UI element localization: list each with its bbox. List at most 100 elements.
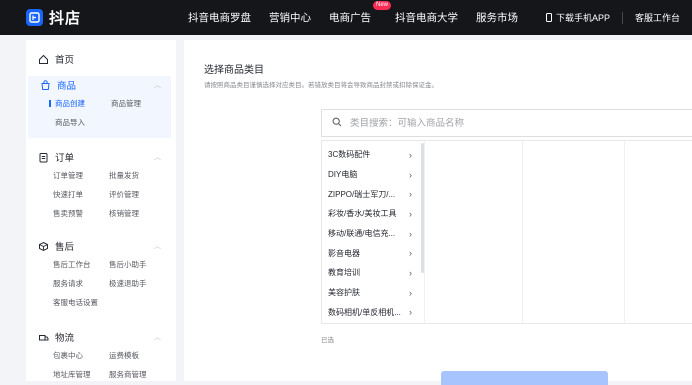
sidebar-group-logistics-header[interactable]: 物流 ︿: [26, 328, 171, 346]
category-item[interactable]: 影音电器 ›: [322, 243, 424, 263]
sidebar-item-create-goods[interactable]: 商品创建: [49, 94, 111, 113]
category-column-level3: [523, 141, 625, 323]
category-item-label: 移动/联通/电信充...: [328, 229, 396, 239]
category-item[interactable]: 数码相机/单反相机... ›: [322, 303, 424, 323]
sidebar-item-fast-refund[interactable]: 极速退助手: [109, 274, 169, 293]
category-item-label: 影音电器: [328, 248, 360, 258]
top-nav: 抖音电商罗盘 营销中心 电商广告 New 抖音电商大学 服务市场: [188, 0, 536, 35]
sidebar-group-aftersale-header[interactable]: 售后 ︿: [26, 237, 171, 255]
next-step-button[interactable]: [441, 371, 608, 385]
sidebar-group-goods-header[interactable]: 商品 ︿: [28, 76, 171, 94]
chevron-right-icon: ›: [409, 287, 412, 298]
sidebar-item-service-request[interactable]: 服务请求: [53, 274, 109, 293]
nav-item-service-market[interactable]: 服务市场: [476, 10, 518, 25]
sidebar-item-verify-manage[interactable]: 核销管理: [109, 204, 169, 223]
sidebar-item-home[interactable]: 首页: [26, 50, 171, 68]
category-item[interactable]: 3C数码配件 ›: [322, 145, 424, 165]
category-column-level2: [425, 141, 523, 323]
chevron-right-icon: ›: [409, 228, 412, 239]
sidebar-item-aftersale-assistant[interactable]: 售后小助手: [109, 255, 169, 274]
category-item-label: 彩妆/香水/美妆工具: [328, 209, 397, 219]
sidebar-orders-label: 订单: [55, 153, 75, 164]
category-item[interactable]: 移动/联通/电信充... ›: [322, 224, 424, 244]
category-item-label: 数码相机/单反相机...: [328, 307, 401, 317]
category-item[interactable]: ZIPPO/瑞士军刀/... ›: [322, 184, 424, 204]
nav-item-ads[interactable]: 电商广告 New: [329, 1, 391, 25]
nav-item-marketing[interactable]: 营销中心: [269, 10, 311, 25]
sidebar-item-import-goods[interactable]: 商品导入: [55, 113, 111, 132]
download-app-label: 下载手机APP: [555, 13, 610, 23]
category-item-label: ZIPPO/瑞士军刀/...: [328, 189, 396, 199]
sidebar-item-package-center[interactable]: 包裹中心: [53, 346, 109, 365]
sidebar-item-provider-manage[interactable]: 服务商管理: [109, 365, 169, 384]
top-navigation-bar: 抖店 抖音电商罗盘 营销中心 电商广告 New 抖音电商大学 服务市场 下载手机A…: [0, 0, 692, 35]
chevron-up-icon[interactable]: ︿: [154, 80, 161, 90]
service-workbench-label: 客服工作台: [634, 13, 680, 23]
sidebar-item-freight-template[interactable]: 运费模板: [109, 346, 169, 365]
selected-category-label: 已选: [321, 337, 334, 344]
chevron-right-icon: ›: [409, 189, 412, 200]
category-item-label: 3C数码配件: [328, 150, 371, 160]
new-badge: New: [372, 1, 391, 10]
main-content: 选择商品类目 请按照商品类目谨慎选择对应类目。若错放类目将会导致商品封禁或扣除保…: [184, 40, 692, 385]
download-app-link[interactable]: 下载手机APP: [534, 11, 622, 24]
sidebar-item-sale-warning[interactable]: 售卖预警: [53, 204, 109, 223]
home-icon: [37, 53, 49, 65]
category-item-label: 教育培训: [328, 268, 360, 278]
nav-item-compass[interactable]: 抖音电商罗盘: [188, 10, 251, 25]
chevron-right-icon: ›: [409, 149, 412, 160]
goods-icon: [39, 79, 51, 91]
aftersale-icon: [37, 240, 49, 252]
search-icon: [332, 114, 342, 132]
category-item-label: 美容护肤: [328, 288, 360, 298]
sidebar-item-quick-print[interactable]: 快速打单: [53, 185, 109, 204]
sidebar-item-manage-goods[interactable]: 商品管理: [111, 94, 171, 113]
chevron-right-icon: ›: [409, 169, 412, 180]
category-item[interactable]: DIY电脑 ›: [322, 165, 424, 185]
sidebar-group-orders: 订单 ︿ 订单管理 批量发货 快速打单 评价管理 售卖预警 核销管理: [26, 148, 171, 223]
sidebar: 首页 商品 ︿ 商品创建 商品管理 商品导入 订单 ︿ 订单管理 批量发货 快速…: [26, 40, 176, 381]
category-scrollbar[interactable]: [421, 143, 424, 273]
sidebar-item-review-manage[interactable]: 评价管理: [109, 185, 169, 204]
sidebar-item-address-book[interactable]: 地址库管理: [53, 365, 109, 384]
service-workbench-link[interactable]: 客服工作台: [623, 11, 692, 24]
sidebar-item-batch-ship[interactable]: 批量发货: [109, 166, 169, 185]
sidebar-group-orders-header[interactable]: 订单 ︿: [26, 148, 171, 166]
top-right-actions: 下载手机APP 客服工作台: [534, 0, 692, 35]
sidebar-aftersale-label: 售后: [55, 242, 75, 253]
page-title: 选择商品类目: [204, 65, 264, 76]
category-item[interactable]: 美容护肤 ›: [322, 283, 424, 303]
category-item[interactable]: 彩妆/香水/美妆工具 ›: [322, 204, 424, 224]
order-icon: [37, 151, 49, 163]
category-search[interactable]: [321, 109, 692, 137]
chevron-right-icon: ›: [409, 208, 412, 219]
sidebar-home-label: 首页: [55, 55, 75, 66]
category-item-label: DIY电脑: [328, 170, 358, 180]
sidebar-item-order-manage[interactable]: 订单管理: [53, 166, 109, 185]
category-search-input[interactable]: [350, 117, 650, 129]
page-description: 请按照商品类目谨慎选择对应类目。若错放类目将会导致商品封禁或扣除保证金。: [204, 82, 438, 89]
logistics-icon: [37, 331, 49, 343]
chevron-up-icon[interactable]: ︿: [154, 241, 161, 251]
category-panel: 3C数码配件 › DIY电脑 › ZIPPO/瑞士军刀/... › 彩妆/香水/美妆工…: [321, 140, 692, 324]
sidebar-logistics-label: 物流: [55, 333, 75, 344]
chevron-right-icon: ›: [409, 248, 412, 259]
nav-item-university[interactable]: 抖音电商大学: [395, 10, 458, 25]
chevron-right-icon: ›: [409, 307, 412, 318]
category-column-level4: [625, 141, 692, 323]
chevron-up-icon[interactable]: ︿: [154, 152, 161, 162]
sidebar-goods-label: 商品: [57, 81, 77, 92]
chevron-up-icon[interactable]: ︿: [154, 332, 161, 342]
nav-item-ads-label: 电商广告: [329, 12, 371, 24]
sidebar-item-phone-settings[interactable]: 客服电话设置: [53, 293, 109, 312]
logo-text: 抖店: [49, 10, 82, 27]
chevron-right-icon: ›: [409, 267, 412, 278]
category-item[interactable]: 教育培训 ›: [322, 263, 424, 283]
sidebar-group-goods: 商品 ︿ 商品创建 商品管理 商品导入: [28, 76, 171, 138]
category-column-level1: 3C数码配件 › DIY电脑 › ZIPPO/瑞士军刀/... › 彩妆/香水/美妆工…: [322, 141, 425, 323]
doudian-logo-icon: [26, 9, 43, 26]
logo[interactable]: 抖店: [26, 7, 81, 28]
sidebar-group-aftersale: 售后 ︿ 售后工作台 售后小助手 服务请求 极速退助手 客服电话设置: [26, 237, 171, 312]
sidebar-group-logistics: 物流 ︿ 包裹中心 运费模板 地址库管理 服务商管理: [26, 328, 171, 384]
sidebar-item-aftersale-workbench[interactable]: 售后工作台: [53, 255, 109, 274]
